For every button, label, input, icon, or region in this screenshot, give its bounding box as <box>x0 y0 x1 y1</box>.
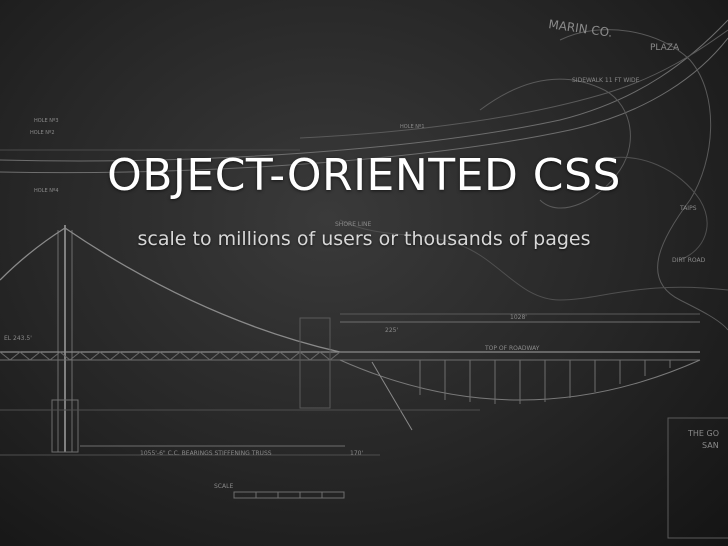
label-shore: SHORE LINE <box>335 221 372 228</box>
label-sidewalk: SIDEWALK 11 FT WIDE <box>572 77 640 84</box>
anchorage-block <box>300 318 330 408</box>
anchorage-cable <box>372 362 412 430</box>
label-truss: 1055'-6" C.C. BEARINGS STIFFENING TRUSS <box>140 450 272 457</box>
label-marin: MARIN CO. <box>548 17 614 40</box>
label-plaza: PLAZA <box>650 43 680 53</box>
scale-bar <box>234 492 344 498</box>
slide: MARIN CO. PLAZA SIDEWALK 11 FT WIDE HOLE… <box>0 0 728 546</box>
label-225: 225' <box>385 327 398 334</box>
bridge-blueprint-background: MARIN CO. PLAZA SIDEWALK 11 FT WIDE HOLE… <box>0 17 728 546</box>
label-taips: TAIPS <box>679 205 697 212</box>
label-top-of-roadway: TOP OF ROADWAY <box>484 345 540 352</box>
label-scale: SCALE <box>214 483 233 490</box>
label-hole: HOLE Nº2 <box>30 130 55 136</box>
label-dirt-road: DIRT ROAD <box>672 257 706 264</box>
label-170: 170' <box>350 450 363 457</box>
slide-title: OBJECT-ORIENTED CSS <box>107 150 621 201</box>
slide-subtitle: scale to millions of users or thousands … <box>137 228 591 250</box>
road-curve <box>0 20 728 161</box>
label-tower-el: EL 243.5' <box>4 335 32 342</box>
label-corner-b: SAN <box>702 441 719 450</box>
label-hole: HOLE Nº3 <box>34 118 59 124</box>
label-hole: HOLE Nº1 <box>400 124 425 130</box>
label-corner-a: THE GO <box>687 429 719 438</box>
label-1028: 1028' <box>510 314 527 321</box>
deck-truss <box>0 352 340 360</box>
